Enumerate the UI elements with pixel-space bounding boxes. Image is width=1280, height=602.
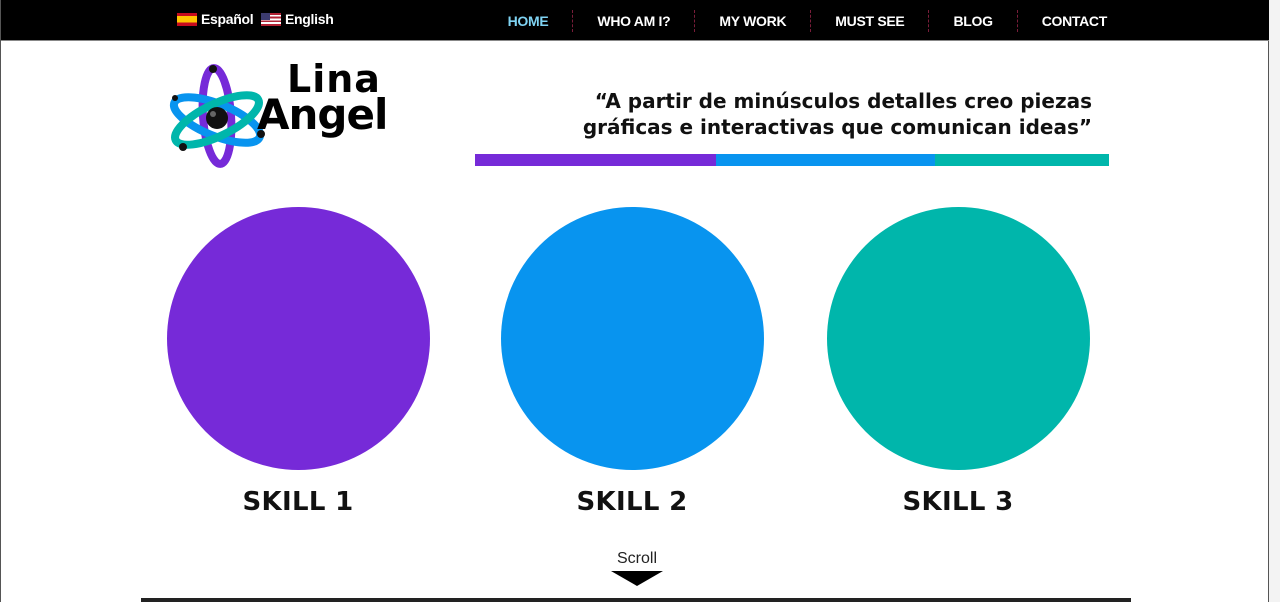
skill-1-circle[interactable] [166,207,430,470]
main-nav: HOME WHO AM I? MY WORK MUST SEE BLOG CON… [484,0,1107,41]
tagline-line-1: “A partir de minúsculos detalles creo pi… [594,89,1092,113]
bottom-divider [141,598,1131,602]
skill-2: SKILL 2 [500,207,764,517]
language-spanish-link[interactable]: Español [177,11,254,27]
page-gutter [1269,0,1280,602]
nav-blog[interactable]: BLOG [928,9,1016,32]
scroll-button[interactable]: Scroll [607,550,667,586]
logo-text: Lina Angel [257,60,388,139]
nav-my-work[interactable]: MY WORK [694,9,810,32]
site-logo[interactable]: Lina Angel [169,60,388,172]
nav-contact[interactable]: CONTACT [1016,9,1107,32]
logo-line-angel: Angel [257,90,388,139]
arrow-down-icon [611,571,663,586]
nav-must-see[interactable]: MUST SEE [810,9,928,32]
skill-1-label: SKILL 1 [242,487,354,517]
skill-1: SKILL 1 [166,207,430,517]
language-english-label: English [285,11,334,27]
language-spanish-label: Español [201,11,254,27]
scroll-label: Scroll [616,550,657,567]
atom-logo-icon [169,64,265,168]
tagline-line-2: gráficas e interactivas que comunican id… [582,115,1092,139]
color-bar-teal-segment [934,154,1109,166]
skill-2-circle[interactable] [500,207,764,470]
page-frame: Español English HOME WHO AM I? MY WORK M… [0,0,1270,602]
color-bar-purple-segment [475,154,716,166]
skill-3: SKILL 3 [826,207,1090,517]
tagline: “A partir de minúsculos detalles creo pi… [552,88,1092,140]
skill-3-label: SKILL 3 [902,487,1014,517]
color-bar [475,154,1109,166]
us-flag-icon [261,12,281,26]
top-navigation-bar: Español English HOME WHO AM I? MY WORK M… [1,0,1270,41]
skill-3-circle[interactable] [826,207,1090,470]
nav-who-am-i[interactable]: WHO AM I? [572,9,694,32]
color-bar-blue-segment [715,154,935,166]
spain-flag-icon [177,12,197,26]
skill-2-label: SKILL 2 [576,487,688,517]
nav-home[interactable]: HOME [484,10,573,32]
language-english-link[interactable]: English [261,11,334,27]
